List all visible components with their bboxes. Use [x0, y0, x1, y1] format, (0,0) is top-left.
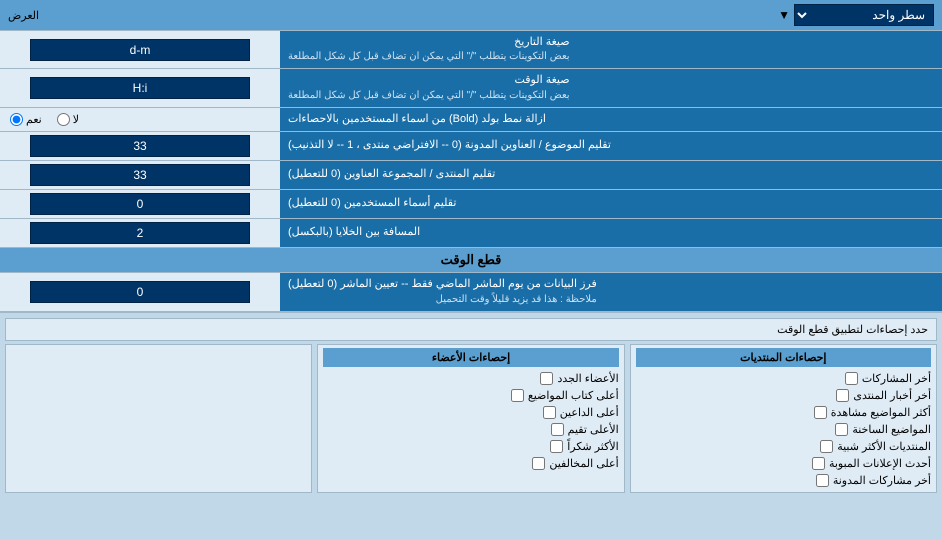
checkbox-members-1[interactable] — [511, 389, 524, 402]
checkbox-members-2[interactable] — [543, 406, 556, 419]
cutoff-section-header: قطع الوقت — [0, 248, 942, 273]
bold-remove-row: ازالة نمط بولد (Bold) من اسماء المستخدمي… — [0, 108, 942, 132]
checkbox-posts-1[interactable] — [836, 389, 849, 402]
checkbox-members-4[interactable] — [550, 440, 563, 453]
fetch-input-cell — [0, 273, 280, 310]
display-select[interactable]: سطر واحدسطرينثلاثة أسطر — [794, 4, 934, 26]
posts-column: إحصاءات المنتديات أخر المشاركات أخر أخبا… — [630, 344, 937, 493]
checkbox-members-5[interactable] — [532, 457, 545, 470]
time-format-input-cell — [0, 69, 280, 106]
checkbox-item-posts-0[interactable]: أخر المشاركات — [636, 370, 931, 387]
date-format-row: صيغة التاريخ بعض التكوينات يتطلب "/" الت… — [0, 31, 942, 69]
fetch-input[interactable] — [30, 281, 250, 303]
trim-users-input[interactable] — [30, 193, 250, 215]
cell-spacing-row: المسافة بين الخلايا (بالبكسل) — [0, 219, 942, 248]
select-container[interactable]: سطر واحدسطرينثلاثة أسطر ▼ — [778, 4, 934, 26]
checkbox-item-members-3[interactable]: الأعلى تقيم — [323, 421, 618, 438]
stats-header: حدد إحصاءات لتطبيق قطع الوقت — [5, 318, 937, 341]
trim-forum-input-cell — [0, 161, 280, 189]
bold-remove-options: لا نعم — [0, 108, 280, 131]
checkbox-item-posts-4[interactable]: المنتديات الأكثر شبية — [636, 438, 931, 455]
bold-yes-radio[interactable] — [10, 113, 23, 126]
fetch-row: فرز البيانات من يوم الماشر الماضي فقط --… — [0, 273, 942, 311]
date-format-input[interactable] — [30, 39, 250, 61]
trim-subject-row: تقليم الموضوع / العناوين المدونة (0 -- ا… — [0, 132, 942, 161]
checkbox-item-members-1[interactable]: أعلى كتاب المواضيع — [323, 387, 618, 404]
empty-column — [5, 344, 312, 493]
checkboxes-container: حدد إحصاءات لتطبيق قطع الوقت إحصاءات الم… — [0, 312, 942, 498]
date-format-input-cell — [0, 31, 280, 68]
trim-users-row: تقليم أسماء المستخدمين (0 للتعطيل) — [0, 190, 942, 219]
checkbox-item-posts-5[interactable]: أحدث الإعلانات المبوبة — [636, 455, 931, 472]
checkbox-item-posts-2[interactable]: أكثر المواضيع مشاهدة — [636, 404, 931, 421]
time-format-input[interactable] — [30, 77, 250, 99]
top-header-row: سطر واحدسطرينثلاثة أسطر ▼ العرض — [0, 0, 942, 31]
members-column: إحصاءات الأعضاء الأعضاء الجدد أعلى كتاب … — [317, 344, 624, 493]
cell-spacing-input-cell — [0, 219, 280, 247]
trim-subject-input-cell — [0, 132, 280, 160]
trim-forum-input[interactable] — [30, 164, 250, 186]
fetch-label: فرز البيانات من يوم الماشر الماضي فقط --… — [280, 273, 942, 310]
checkbox-posts-3[interactable] — [835, 423, 848, 436]
trim-subject-input[interactable] — [30, 135, 250, 157]
cell-spacing-input[interactable] — [30, 222, 250, 244]
checkbox-item-members-2[interactable]: أعلى الداعين — [323, 404, 618, 421]
checkbox-item-members-4[interactable]: الأكثر شكراً — [323, 438, 618, 455]
checkbox-posts-4[interactable] — [820, 440, 833, 453]
time-format-row: صيغة الوقت بعض التكوينات يتطلب "/" التي … — [0, 69, 942, 107]
members-column-header: إحصاءات الأعضاء — [323, 348, 618, 367]
cell-spacing-label: المسافة بين الخلايا (بالبكسل) — [280, 219, 942, 247]
checkbox-item-posts-3[interactable]: المواضيع الساخنة — [636, 421, 931, 438]
display-label: العرض — [8, 9, 39, 22]
trim-users-input-cell — [0, 190, 280, 218]
trim-forum-row: تقليم المنتدى / المجموعة العناوين (0 للت… — [0, 161, 942, 190]
checkbox-item-posts-1[interactable]: أخر أخبار المنتدى — [636, 387, 931, 404]
bold-yes-option[interactable]: نعم — [10, 113, 42, 126]
checkbox-posts-5[interactable] — [812, 457, 825, 470]
bold-no-radio[interactable] — [57, 113, 70, 126]
dropdown-arrow-icon: ▼ — [778, 8, 790, 22]
time-format-label: صيغة الوقت بعض التكوينات يتطلب "/" التي … — [280, 69, 942, 106]
bold-remove-label: ازالة نمط بولد (Bold) من اسماء المستخدمي… — [280, 108, 942, 131]
checkbox-members-3[interactable] — [551, 423, 564, 436]
checkbox-members-0[interactable] — [540, 372, 553, 385]
trim-users-label: تقليم أسماء المستخدمين (0 للتعطيل) — [280, 190, 942, 218]
checkboxes-grid: إحصاءات المنتديات أخر المشاركات أخر أخبا… — [5, 344, 937, 493]
trim-forum-label: تقليم المنتدى / المجموعة العناوين (0 للت… — [280, 161, 942, 189]
bold-no-option[interactable]: لا — [57, 113, 79, 126]
checkbox-posts-6[interactable] — [816, 474, 829, 487]
trim-subject-label: تقليم الموضوع / العناوين المدونة (0 -- ا… — [280, 132, 942, 160]
checkbox-item-members-0[interactable]: الأعضاء الجدد — [323, 370, 618, 387]
posts-column-header: إحصاءات المنتديات — [636, 348, 931, 367]
checkbox-posts-2[interactable] — [814, 406, 827, 419]
checkbox-item-posts-6[interactable]: أخر مشاركات المدونة — [636, 472, 931, 489]
checkbox-item-members-5[interactable]: أعلى المخالفين — [323, 455, 618, 472]
checkbox-posts-0[interactable] — [845, 372, 858, 385]
main-container: سطر واحدسطرينثلاثة أسطر ▼ العرض صيغة الت… — [0, 0, 942, 498]
date-format-label: صيغة التاريخ بعض التكوينات يتطلب "/" الت… — [280, 31, 942, 68]
